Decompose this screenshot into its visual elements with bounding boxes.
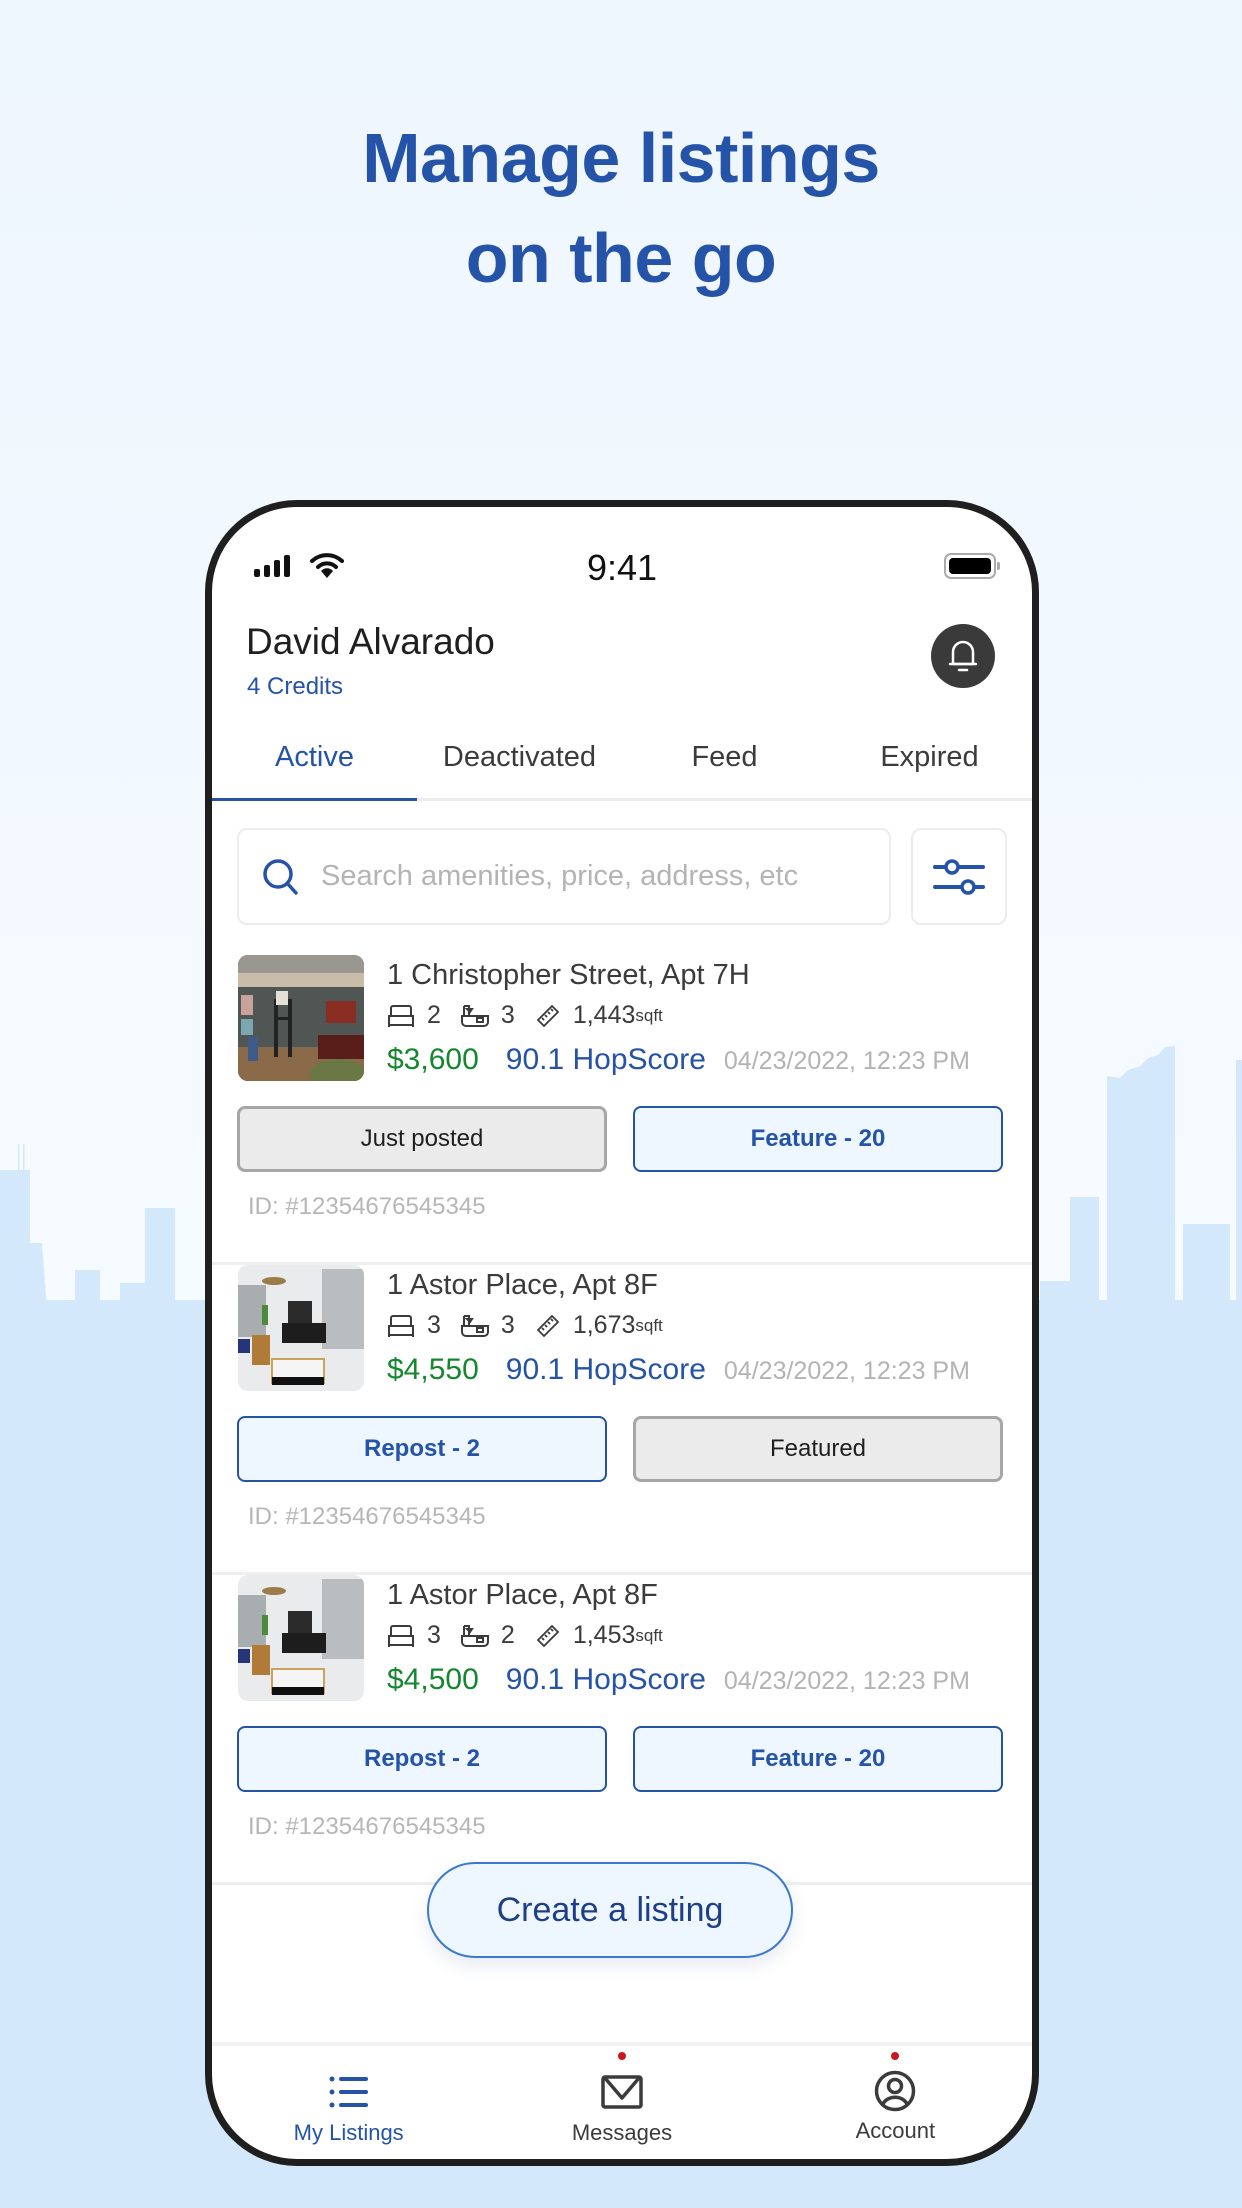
ruler-icon bbox=[536, 1004, 560, 1027]
phone-frame: 9:41 David Alvarado 4 Credits Active Dea… bbox=[205, 500, 1039, 2166]
nav-label: My Listings bbox=[293, 2120, 404, 2145]
nav-label: Account bbox=[855, 2118, 936, 2143]
bath-count: 3 bbox=[500, 1311, 515, 1339]
listing-stats: 3 3 1,673 sqft bbox=[387, 1311, 663, 1340]
bell-icon bbox=[948, 640, 978, 672]
repost-button[interactable]: Repost - 2 bbox=[237, 1416, 607, 1482]
listing-hopscore: 90.1 HopScore bbox=[505, 1043, 706, 1076]
bed-icon bbox=[388, 1624, 414, 1647]
status-time: 9:41 bbox=[586, 547, 658, 588]
listing-item[interactable]: 1 Christopher Street, Apt 7H 2 3 1,443 sq… bbox=[212, 955, 1032, 1265]
tab-active[interactable]: Active bbox=[212, 729, 417, 801]
listing-meta-row: $4,500 90.1 HopScore 04/23/2022, 12:23 P… bbox=[387, 1663, 970, 1697]
notifications-button[interactable] bbox=[931, 624, 995, 688]
feature-button[interactable]: Feature - 20 bbox=[633, 1106, 1003, 1172]
bed-icon bbox=[388, 1314, 414, 1337]
sqft-unit: sqft bbox=[635, 1625, 663, 1645]
bottom-navigation: My Listings Messages Account bbox=[212, 2042, 1032, 2159]
battery-icon bbox=[944, 553, 1000, 579]
bed-count: 3 bbox=[427, 1621, 441, 1649]
listing-date: 04/23/2022, 12:23 PM bbox=[723, 1047, 970, 1075]
sqft-value: 1,453 bbox=[572, 1621, 636, 1649]
bath-icon bbox=[460, 1624, 489, 1647]
ruler-icon bbox=[536, 1624, 560, 1647]
tab-deactivated[interactable]: Deactivated bbox=[417, 729, 622, 798]
bath-count: 2 bbox=[500, 1621, 515, 1649]
nav-account[interactable]: Account bbox=[759, 2046, 1032, 2159]
create-listing-button[interactable]: Create a listing bbox=[427, 1862, 793, 1958]
nav-my-listings[interactable]: My Listings bbox=[212, 2046, 485, 2159]
list-icon bbox=[329, 2076, 368, 2108]
listing-stats: 2 3 1,443 sqft bbox=[387, 1001, 663, 1030]
envelope-icon bbox=[601, 2075, 643, 2109]
unread-badge-dot bbox=[617, 2052, 626, 2060]
bath-icon bbox=[460, 1004, 489, 1027]
sqft-value: 1,673 bbox=[572, 1311, 636, 1339]
feature-button[interactable]: Feature - 20 bbox=[633, 1726, 1003, 1792]
listing-item[interactable]: 1 Astor Place, Apt 8F 3 3 1,673 sqft $4,5… bbox=[212, 1265, 1032, 1575]
bath-count: 3 bbox=[500, 1001, 515, 1029]
user-circle-icon bbox=[875, 2070, 916, 2112]
listing-price: $3,600 bbox=[387, 1043, 479, 1076]
headline-line-2: on the go bbox=[465, 219, 777, 297]
listing-id: ID: #12354676545345 bbox=[248, 1813, 486, 1840]
sqft-unit: sqft bbox=[635, 1005, 663, 1025]
bed-count: 2 bbox=[427, 1001, 441, 1029]
repost-button[interactable]: Repost - 2 bbox=[237, 1726, 607, 1792]
search-bar bbox=[237, 828, 891, 925]
user-name: David Alvarado bbox=[246, 621, 495, 662]
listing-hopscore: 90.1 HopScore bbox=[505, 1353, 706, 1386]
ruler-icon bbox=[536, 1314, 560, 1337]
listing-hopscore: 90.1 HopScore bbox=[505, 1663, 706, 1696]
listing-photo[interactable] bbox=[238, 1265, 364, 1391]
listing-photo-image bbox=[238, 955, 364, 1081]
listing-meta-row: $3,600 90.1 HopScore 04/23/2022, 12:23 P… bbox=[387, 1043, 970, 1077]
marketing-headline: Manage listings on the go bbox=[0, 108, 1242, 308]
listing-address[interactable]: 1 Astor Place, Apt 8F bbox=[387, 1269, 658, 1302]
listing-status-tabs: Active Deactivated Feed Expired bbox=[212, 729, 1032, 801]
search-input[interactable] bbox=[321, 860, 881, 893]
listing-stats: 3 2 1,453 sqft bbox=[387, 1621, 663, 1650]
listing-date: 04/23/2022, 12:23 PM bbox=[723, 1357, 970, 1385]
listing-photo-image bbox=[238, 1575, 364, 1701]
listing-item[interactable]: 1 Astor Place, Apt 8F 3 2 1,453 sqft $4,5… bbox=[212, 1575, 1032, 1885]
listing-photo-image bbox=[238, 1265, 364, 1391]
bath-icon bbox=[460, 1314, 489, 1337]
listing-meta-row: $4,550 90.1 HopScore 04/23/2022, 12:23 P… bbox=[387, 1353, 970, 1387]
listing-id: ID: #12354676545345 bbox=[248, 1193, 486, 1220]
headline-line-1: Manage listings bbox=[362, 119, 880, 197]
filter-button[interactable] bbox=[911, 828, 1007, 925]
tab-expired[interactable]: Expired bbox=[827, 729, 1032, 798]
bed-count: 3 bbox=[427, 1311, 441, 1339]
nav-label: Messages bbox=[571, 2120, 673, 2145]
listing-price: $4,550 bbox=[387, 1353, 479, 1386]
listing-address[interactable]: 1 Astor Place, Apt 8F bbox=[387, 1579, 658, 1612]
just-posted-button[interactable]: Just posted bbox=[237, 1106, 607, 1172]
credits-link[interactable]: 4 Credits bbox=[247, 673, 343, 701]
listing-id: ID: #12354676545345 bbox=[248, 1503, 486, 1530]
nav-messages[interactable]: Messages bbox=[485, 2046, 758, 2159]
sqft-unit: sqft bbox=[635, 1315, 663, 1335]
tab-feed[interactable]: Feed bbox=[622, 729, 827, 798]
listing-price: $4,500 bbox=[387, 1663, 479, 1696]
sqft-value: 1,443 bbox=[572, 1001, 636, 1029]
account-badge-dot bbox=[891, 2052, 900, 2060]
listing-date: 04/23/2022, 12:23 PM bbox=[723, 1667, 970, 1695]
listing-photo[interactable] bbox=[238, 955, 364, 1081]
listing-photo[interactable] bbox=[238, 1575, 364, 1701]
bed-icon bbox=[388, 1004, 414, 1027]
search-icon bbox=[263, 858, 298, 895]
sliders-icon bbox=[933, 858, 985, 895]
listing-address[interactable]: 1 Christopher Street, Apt 7H bbox=[387, 959, 750, 992]
featured-button[interactable]: Featured bbox=[633, 1416, 1003, 1482]
